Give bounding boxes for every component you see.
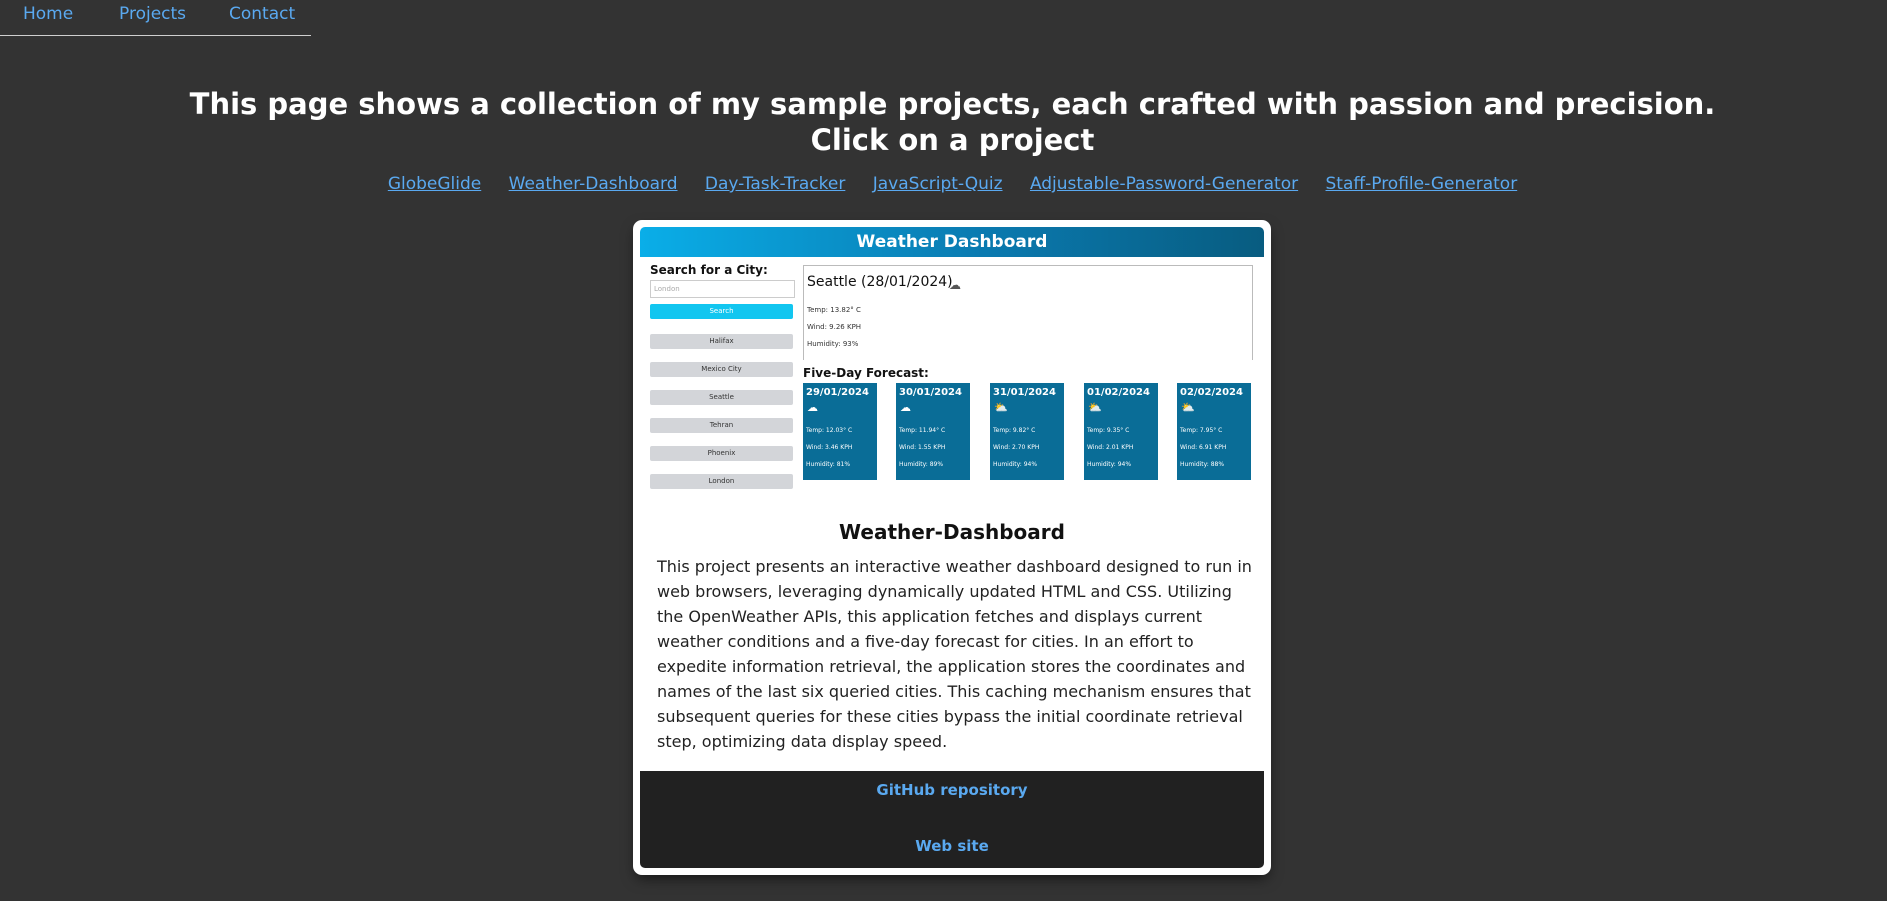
forecast-humidity: Humidity: 94% (993, 461, 1038, 468)
forecast-temp: Temp: 11.94° C (899, 427, 946, 434)
forecast-wind: Wind: 3.46 KPH (806, 444, 853, 451)
top-nav: Home Projects Contact (0, 0, 311, 36)
project-link-password-generator[interactable]: Adjustable-Password-Generator (1030, 174, 1298, 194)
screenshot-header: Weather Dashboard (640, 227, 1264, 257)
cloud-icon: ☁ (949, 278, 961, 292)
headline-line-2: Click on a project (810, 123, 1095, 157)
screenshot-city-button: Phoenix (650, 446, 793, 461)
screenshot-search-label: Search for a City: (650, 263, 768, 277)
forecast-temp: Temp: 9.82° C (993, 427, 1036, 434)
forecast-date: 01/02/2024 (1087, 387, 1150, 398)
forecast-temp: Temp: 9.35° C (1087, 427, 1130, 434)
screenshot-search-input: London (650, 280, 795, 298)
cloud-icon: ☁ (900, 401, 911, 414)
website-link[interactable]: Web site (640, 837, 1264, 855)
forecast-date: 30/01/2024 (899, 387, 962, 398)
forecast-wind: Wind: 2.70 KPH (993, 444, 1040, 451)
forecast-day: 01/02/2024 ⛅ Temp: 9.35° C Wind: 2.01 KP… (1084, 383, 1158, 480)
project-description: This project presents an interactive wea… (657, 557, 1252, 751)
project-link-globeglide[interactable]: GlobeGlide (388, 174, 481, 194)
project-link-javascript-quiz[interactable]: JavaScript-Quiz (873, 174, 1003, 194)
forecast-wind: Wind: 1.55 KPH (899, 444, 946, 451)
forecast-humidity: Humidity: 88% (1180, 461, 1225, 468)
project-title: Weather-Dashboard (839, 520, 1065, 544)
project-links: GlobeGlide Weather-Dashboard Day-Task-Tr… (0, 174, 1887, 194)
screenshot-current-weather: Seattle (28/01/2024) ☁ Temp: 13.82° C Wi… (803, 265, 1253, 360)
forecast-wind: Wind: 6.91 KPH (1180, 444, 1227, 451)
forecast-date: 29/01/2024 (806, 387, 869, 398)
screenshot-city-button: Seattle (650, 390, 793, 405)
project-link-staff-profile-generator[interactable]: Staff-Profile-Generator (1326, 174, 1518, 194)
current-city-title: Seattle (28/01/2024) (807, 274, 953, 290)
screenshot-city-button: Halifax (650, 334, 793, 349)
page-headline: This page shows a collection of my sampl… (0, 86, 1887, 158)
forecast-humidity: Humidity: 89% (899, 461, 944, 468)
forecast-humidity: Humidity: 94% (1087, 461, 1132, 468)
card-footer: GitHub repository Web site (640, 771, 1264, 868)
cloud-icon: ☁ (807, 401, 818, 414)
forecast-day: 30/01/2024 ☁ Temp: 11.94° C Wind: 1.55 K… (896, 383, 970, 480)
forecast-date: 02/02/2024 (1180, 387, 1243, 398)
current-temp: Temp: 13.82° C (807, 306, 861, 314)
forecast-temp: Temp: 12.03° C (806, 427, 853, 434)
partly-cloudy-icon: ⛅ (1181, 401, 1195, 414)
project-screenshot: Weather Dashboard Search for a City: Lon… (640, 227, 1264, 497)
partly-cloudy-icon: ⛅ (994, 401, 1008, 414)
current-humidity: Humidity: 93% (807, 340, 859, 348)
headline-line-1: This page shows a collection of my sampl… (189, 87, 1716, 121)
nav-projects-link[interactable]: Projects (119, 4, 186, 24)
forecast-label: Five-Day Forecast: (803, 366, 929, 380)
forecast-day: 29/01/2024 ☁ Temp: 12.03° C Wind: 3.46 K… (803, 383, 877, 480)
screenshot-city-button: London (650, 474, 793, 489)
forecast-temp: Temp: 7.95° C (1180, 427, 1223, 434)
forecast-wind: Wind: 2.01 KPH (1087, 444, 1134, 451)
nav-home-link[interactable]: Home (23, 4, 73, 24)
nav-contact-link[interactable]: Contact (229, 4, 295, 24)
project-card: Weather Dashboard Search for a City: Lon… (636, 223, 1268, 872)
forecast-day: 02/02/2024 ⛅ Temp: 7.95° C Wind: 6.91 KP… (1177, 383, 1251, 480)
forecast-day: 31/01/2024 ⛅ Temp: 9.82° C Wind: 2.70 KP… (990, 383, 1064, 480)
screenshot-city-button: Tehran (650, 418, 793, 433)
partly-cloudy-icon: ⛅ (1088, 401, 1102, 414)
screenshot-city-button: Mexico City (650, 362, 793, 377)
current-wind: Wind: 9.26 KPH (807, 323, 862, 331)
forecast-humidity: Humidity: 81% (806, 461, 851, 468)
github-repository-link[interactable]: GitHub repository (640, 781, 1264, 799)
screenshot-search-button: Search (650, 304, 793, 319)
project-link-day-task-tracker[interactable]: Day-Task-Tracker (705, 174, 845, 194)
project-link-weather-dashboard[interactable]: Weather-Dashboard (509, 174, 678, 194)
forecast-date: 31/01/2024 (993, 387, 1056, 398)
